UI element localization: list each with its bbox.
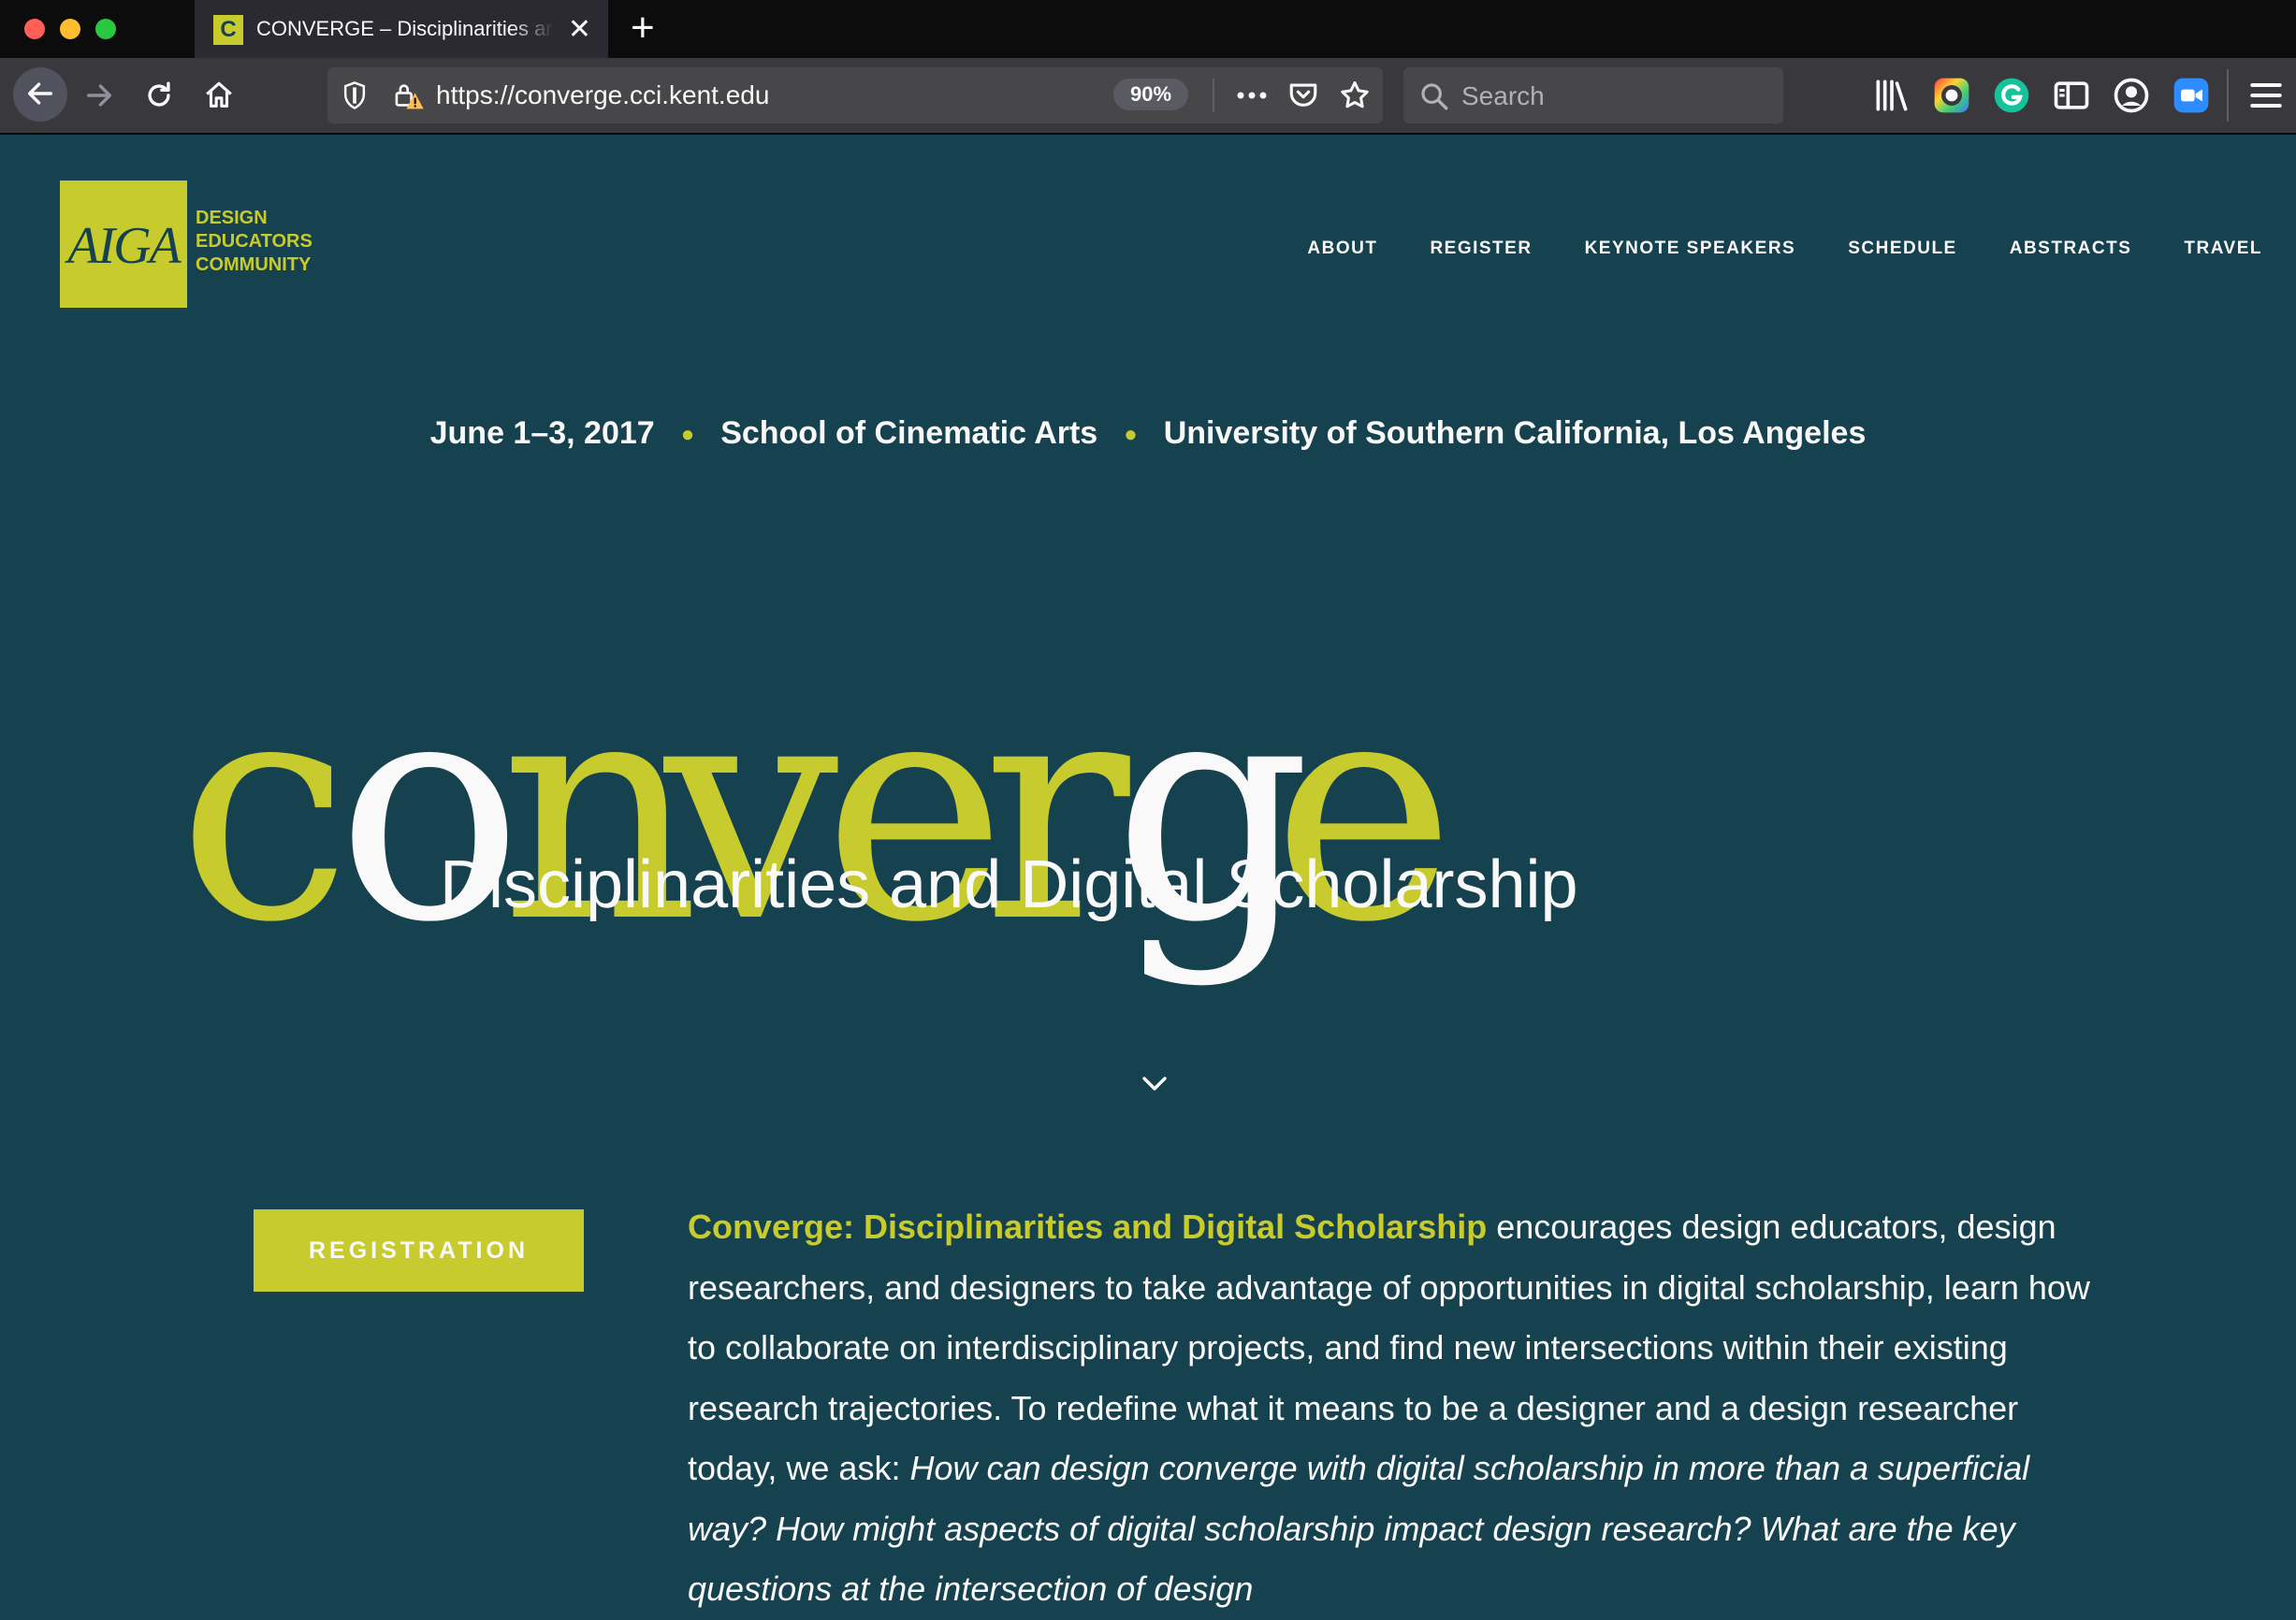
browser-tab-bar: C CONVERGE – Disciplinarities and Digita… <box>0 0 2296 58</box>
minimize-window-button[interactable] <box>60 19 80 39</box>
url-text[interactable]: https://converge.cci.kent.edu <box>436 80 769 110</box>
nav-keynote-speakers[interactable]: KEYNOTE SPEAKERS <box>1585 239 1796 259</box>
account-icon[interactable] <box>2111 75 2152 116</box>
close-tab-icon[interactable]: ✕ <box>568 16 591 44</box>
wordmark-letter: e <box>823 630 1006 990</box>
colorzilla-icon[interactable] <box>1931 75 1972 116</box>
browser-tab-active[interactable]: C CONVERGE – Disciplinarities and Digita… <box>195 0 608 58</box>
reload-button[interactable] <box>137 73 182 118</box>
wordmark-letter: r <box>982 630 1132 990</box>
intro-body: encourages design educators, design rese… <box>688 1208 2090 1487</box>
new-tab-button[interactable]: + <box>631 7 655 49</box>
shield-icon[interactable] <box>341 80 369 110</box>
intro-highlight: Converge: Disciplinarities and Digital S… <box>688 1208 1488 1246</box>
nav-schedule[interactable]: SCHEDULE <box>1848 239 1957 259</box>
grammarly-icon[interactable] <box>1991 75 2032 116</box>
wordmark-letter: o <box>337 630 523 990</box>
wordmark-letter: v <box>660 630 839 990</box>
back-icon <box>27 82 53 105</box>
lock-warning-icon[interactable] <box>393 80 425 110</box>
nav-travel[interactable]: TRAVEL <box>2184 239 2262 259</box>
site-nav: ABOUT REGISTER KEYNOTE SPEAKERS SCHEDULE… <box>1307 239 2262 259</box>
address-bar[interactable]: https://converge.cci.kent.edu 90% <box>327 67 1383 123</box>
search-bar[interactable]: Search <box>1403 67 1783 123</box>
event-date: June 1–3, 2017 <box>429 415 655 451</box>
logo-line-design: DESIGN <box>196 208 268 228</box>
home-icon <box>206 81 232 108</box>
back-button[interactable] <box>13 67 67 122</box>
tab-title: CONVERGE – Disciplinarities and Digital … <box>256 17 554 40</box>
url-divider <box>1213 79 1214 112</box>
nav-about[interactable]: ABOUT <box>1307 239 1377 259</box>
registration-button[interactable]: REGISTRATION <box>254 1209 584 1292</box>
home-button[interactable] <box>196 73 241 118</box>
aiga-logo[interactable]: AIGA <box>60 181 187 308</box>
search-placeholder[interactable]: Search <box>1461 81 1545 111</box>
logo-line-community: COMMUNITY <box>196 254 312 275</box>
wordmark-letter: e <box>1272 630 1455 990</box>
aiga-logo-mark: AIGA <box>67 217 182 275</box>
forward-button[interactable] <box>77 73 122 118</box>
nav-abstracts[interactable]: ABSTRACTS <box>2010 239 2132 259</box>
library-icon[interactable] <box>1871 75 1912 116</box>
reload-icon <box>148 81 170 107</box>
chevron-down-icon[interactable] <box>1140 1074 1170 1094</box>
toolbar-divider <box>2227 69 2229 122</box>
more-icon[interactable] <box>1235 90 1269 101</box>
favicon-icon: C <box>213 15 243 45</box>
wordmark-text: converge <box>178 524 182 525</box>
star-icon[interactable] <box>1338 79 1372 112</box>
browser-toolbar: https://converge.cci.kent.edu 90% Search <box>0 58 2296 135</box>
menu-icon[interactable] <box>2245 75 2287 116</box>
forward-icon <box>86 84 112 107</box>
event-place: University of Southern California, Los A… <box>1163 415 1867 451</box>
zoom-level-badge[interactable]: 90% <box>1113 79 1188 110</box>
search-icon <box>1421 83 1448 110</box>
event-details: June 1–3, 2017 ● School of Cinematic Arts ●… <box>0 415 2296 452</box>
pocket-icon[interactable] <box>1287 79 1319 110</box>
wordmark-letter: c <box>178 630 351 990</box>
close-window-button[interactable] <box>24 19 45 39</box>
sidebar-icon[interactable] <box>2051 75 2092 116</box>
separator-dot: ● <box>1124 422 1138 448</box>
conference-subtitle: Disciplinarities and Digital Scholarship <box>440 847 1578 922</box>
maximize-window-button[interactable] <box>95 19 116 39</box>
logo-line-educators: EDUCATORS <box>196 231 312 252</box>
intro-paragraph: Converge: Disciplinarities and Digital S… <box>688 1197 2091 1620</box>
separator-dot: ● <box>680 422 695 448</box>
converge-wordmark: converge converge converge <box>178 524 1455 990</box>
event-venue: School of Cinematic Arts <box>720 415 1098 451</box>
nav-register[interactable]: REGISTER <box>1430 239 1532 259</box>
zoom-icon[interactable] <box>2171 75 2212 116</box>
